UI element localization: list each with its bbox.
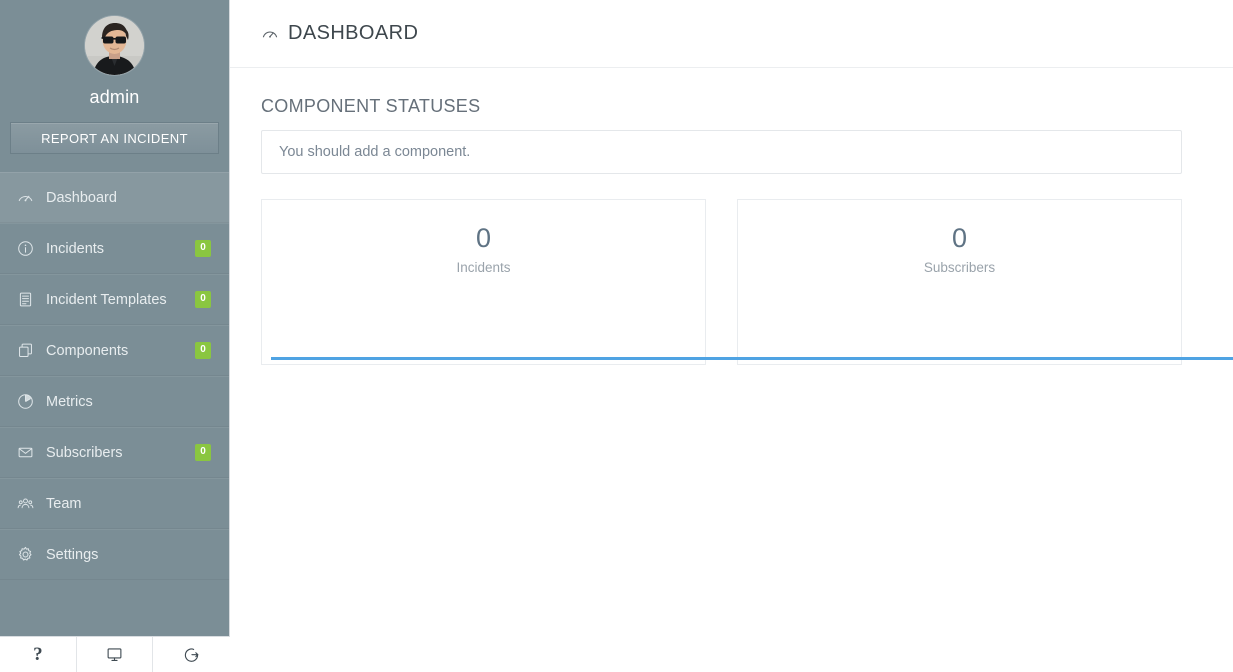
sidebar-item-label: Subscribers [46,444,123,461]
sidebar-item-components[interactable]: Components 0 [0,325,229,376]
layers-copy-icon [14,340,36,362]
pie-chart-icon [14,391,36,413]
app-root: admin REPORT AN INCIDENT Dashboard Incid… [0,0,1233,672]
people-group-icon [14,493,36,515]
stat-label: Subscribers [923,259,996,275]
sidebar-item-label: Incident Templates [46,291,167,308]
help-button[interactable]: ? [0,637,77,672]
stat-value: 0 [475,223,492,253]
sign-out-icon [183,646,200,663]
profile-block: admin [0,0,229,108]
sidebar-item-label: Team [46,495,82,512]
accent-divider [271,357,1233,360]
profile-username: admin [89,87,140,107]
page-title: DASHBOARD [288,22,419,44]
sidebar-item-label: Dashboard [46,189,117,206]
sidebar-item-subscribers[interactable]: Subscribers 0 [0,427,229,478]
envelope-icon [14,442,36,464]
status-badge: 0 [195,444,211,461]
info-circle-icon [14,238,36,260]
sidebar-item-label: Components [46,342,129,359]
user-avatar-photo-icon [85,16,144,75]
sign-out-button[interactable] [153,637,230,672]
sidebar: admin REPORT AN INCIDENT Dashboard Incid… [0,0,230,672]
stat-label: Incidents [456,259,511,275]
sidebar-item-label: Settings [46,546,99,563]
status-badge: 0 [195,342,211,359]
stat-value: 0 [951,223,968,253]
section-title-component-statuses: COMPONENT STATUSES [261,96,481,116]
sidebar-item-incidents[interactable]: Incidents 0 [0,223,229,274]
sidebar-item-metrics[interactable]: Metrics [0,376,229,427]
status-badge: 0 [195,240,211,257]
gauge-icon [14,187,36,209]
sidebar-nav: Dashboard Incidents 0 Incident Templates… [0,172,229,580]
sidebar-item-incident-templates[interactable]: Incident Templates 0 [0,274,229,325]
stat-cards: 0 Incidents 0 Subscribers [261,199,1182,365]
sidebar-footer: ? [0,636,230,672]
sidebar-item-label: Incidents [46,240,105,257]
avatar[interactable] [85,16,144,75]
gauge-icon [261,25,279,43]
stat-card-subscribers[interactable]: 0 Subscribers [737,199,1182,365]
monitor-screen-icon [106,646,123,663]
sidebar-item-dashboard[interactable]: Dashboard [0,172,229,223]
sidebar-item-team[interactable]: Team [0,478,229,529]
component-empty-message: You should add a component. [261,130,1182,174]
status-badge: 0 [195,291,211,308]
document-list-icon [14,289,36,311]
main-content: DASHBOARD COMPONENT STATUSES You should … [230,0,1233,672]
gear-icon [14,544,36,566]
sidebar-item-label: Metrics [46,393,93,410]
page-header: DASHBOARD [230,0,1233,68]
question-mark-icon: ? [33,644,43,665]
stat-card-incidents[interactable]: 0 Incidents [261,199,706,365]
sidebar-item-settings[interactable]: Settings [0,529,229,580]
dashboard-content: COMPONENT STATUSES You should add a comp… [230,68,1233,365]
report-incident-button[interactable]: REPORT AN INCIDENT [10,122,219,154]
view-status-page-button[interactable] [77,637,154,672]
